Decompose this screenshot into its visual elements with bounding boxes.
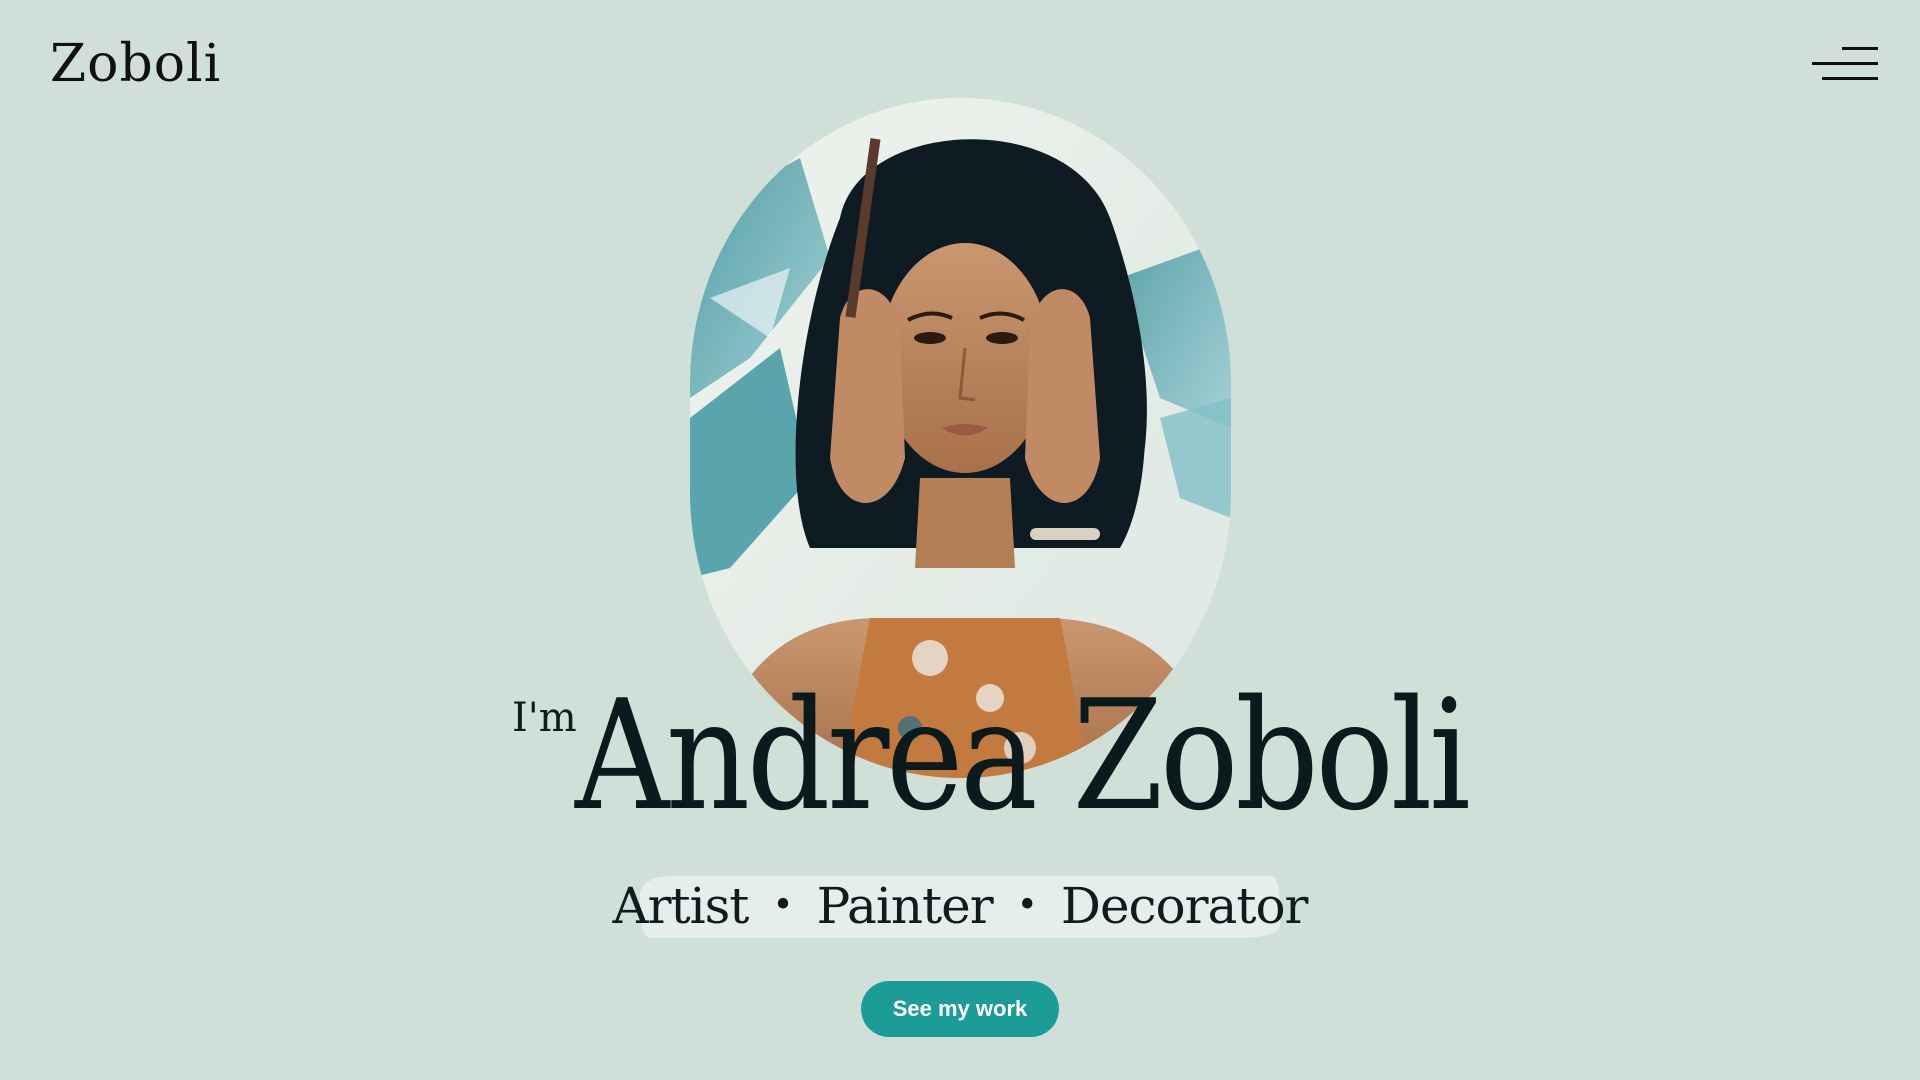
greeting-text: I'm — [512, 695, 577, 741]
site-logo[interactable]: Zoboli — [50, 38, 221, 90]
role-separator: • — [1016, 885, 1038, 926]
artist-name-heading: Andrea Zoboli — [575, 667, 1471, 844]
see-my-work-button[interactable]: See my work — [861, 981, 1059, 1037]
role-artist: Artist — [612, 877, 750, 935]
roles-banner: Artist • Painter • Decorator — [613, 872, 1309, 940]
hamburger-menu-icon[interactable] — [1812, 44, 1878, 84]
role-decorator: Decorator — [1060, 877, 1309, 935]
menu-line-bottom — [1822, 77, 1878, 80]
role-painter: Painter — [816, 877, 994, 935]
menu-line-middle — [1812, 62, 1878, 65]
roles-list: Artist • Painter • Decorator — [613, 872, 1309, 940]
menu-line-top — [1842, 47, 1878, 50]
role-separator: • — [772, 885, 793, 926]
